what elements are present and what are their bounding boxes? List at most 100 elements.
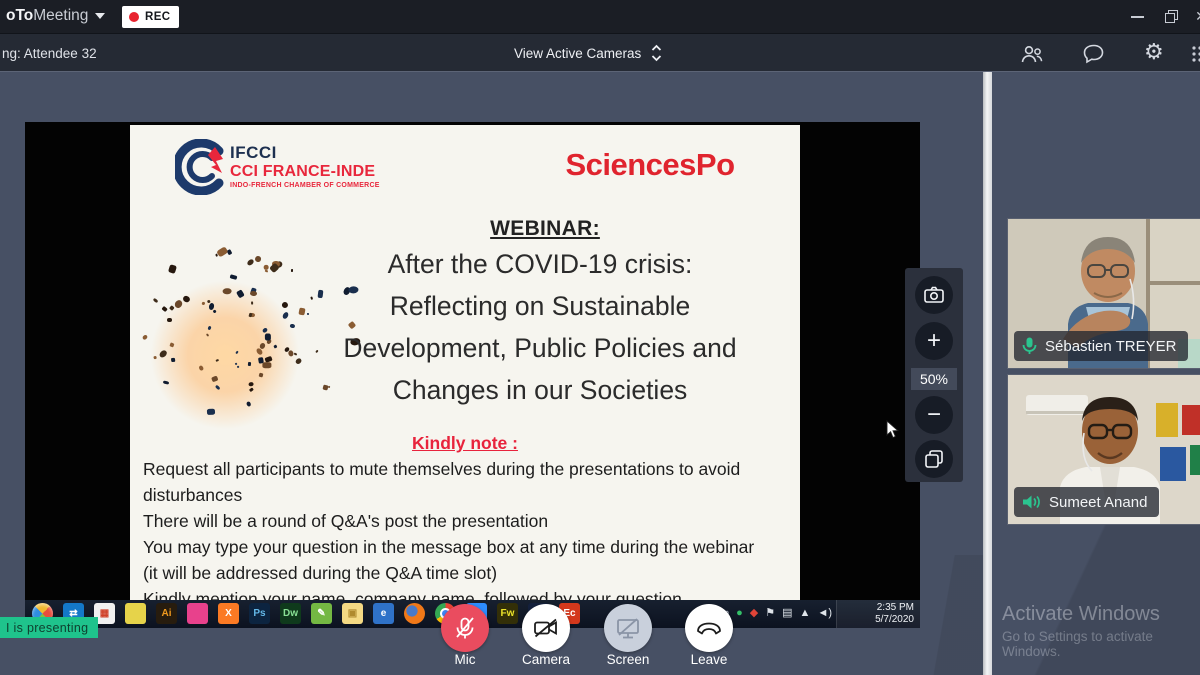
virus-particle xyxy=(265,333,272,341)
virus-particle xyxy=(237,289,246,298)
mouse-cursor xyxy=(886,420,899,444)
presenting-status-badge: I is presenting xyxy=(0,617,98,638)
virus-particle xyxy=(182,295,191,303)
ifcci-logo-icon xyxy=(175,139,229,195)
virus-particle xyxy=(248,313,252,317)
virus-particle xyxy=(263,362,272,368)
virus-particle xyxy=(247,258,256,267)
virus-particle xyxy=(215,359,219,362)
camera-label: Camera xyxy=(501,652,591,667)
panel-splitter[interactable] xyxy=(983,72,992,675)
activate-windows-watermark: Activate Windows xyxy=(1002,603,1160,626)
tray-green-icon[interactable]: ● xyxy=(736,606,743,620)
xampp-icon[interactable]: X xyxy=(218,603,239,624)
recording-dot-icon xyxy=(129,12,139,22)
kindly-note-line: disturbances xyxy=(143,482,798,508)
notes-app-icon[interactable]: ✎ xyxy=(311,603,332,624)
webinar-title-line: Reflecting on Sustainable xyxy=(280,285,800,327)
webcam-tile-sumeet[interactable]: Sumeet Anand xyxy=(1007,374,1200,525)
more-options-button[interactable] xyxy=(1192,46,1200,67)
webinar-heading: WEBINAR: xyxy=(295,217,795,241)
camera-view-label: View Active Cameras xyxy=(514,46,641,61)
sciencespo-logo: SciencesPo xyxy=(530,147,770,183)
virus-particle xyxy=(254,255,262,263)
sticky-notes-icon[interactable] xyxy=(125,603,146,624)
virus-particle xyxy=(248,362,251,366)
leave-label: Leave xyxy=(664,652,754,667)
pink-app-icon[interactable] xyxy=(187,603,208,624)
virus-particle xyxy=(264,264,269,269)
virus-particle xyxy=(264,356,272,363)
shared-screen-stage: IFCCI CCI FRANCE-INDE INDO-FRENCH CHAMBE… xyxy=(25,122,920,628)
kindly-note-body: Request all participants to mute themsel… xyxy=(143,456,798,600)
virus-particle xyxy=(216,247,228,258)
kindly-note-line: (it will be addressed during the Q&A tim… xyxy=(143,560,798,586)
logo-rest: Meeting xyxy=(33,7,88,24)
tray-clipboard-icon[interactable]: ▤ xyxy=(782,606,792,620)
restore-button[interactable] xyxy=(1156,0,1186,33)
virus-particle xyxy=(207,326,211,331)
zoom-controls-panel: + 50% − xyxy=(905,268,963,482)
attendees-button[interactable] xyxy=(1020,43,1044,70)
tray-speaker-icon[interactable]: ◄) xyxy=(817,606,832,620)
recording-badge[interactable]: REC xyxy=(122,6,179,28)
participant-name-tag: Sumeet Anand xyxy=(1014,487,1159,517)
virus-glow xyxy=(150,280,300,430)
leave-button[interactable] xyxy=(685,604,733,652)
camera-button[interactable] xyxy=(522,604,570,652)
mic-button[interactable] xyxy=(441,604,489,652)
people-icon xyxy=(1020,43,1044,65)
virus-particle xyxy=(222,288,231,295)
settings-button[interactable]: ⚙ xyxy=(1144,39,1164,65)
chat-button[interactable] xyxy=(1083,43,1105,70)
snapshot-button[interactable] xyxy=(915,276,953,314)
virus-particle xyxy=(235,362,238,365)
photoshop-icon[interactable]: Ps xyxy=(249,603,270,624)
virus-particle xyxy=(162,306,169,313)
minimize-icon xyxy=(1131,16,1144,18)
virus-particle xyxy=(170,358,175,363)
plus-icon: + xyxy=(927,327,941,355)
screen-share-button[interactable] xyxy=(604,604,652,652)
speaker-active-icon xyxy=(1022,494,1041,510)
virus-particle xyxy=(169,306,174,311)
virus-particle xyxy=(211,376,219,383)
virus-particle xyxy=(265,269,268,272)
virus-particle xyxy=(236,351,240,355)
kindly-note-line: Kindly mention your name, company name, … xyxy=(143,586,798,600)
fireworks-icon[interactable]: Fw xyxy=(497,603,518,624)
virus-particle xyxy=(206,333,209,337)
virus-particle xyxy=(215,254,218,257)
minus-icon: − xyxy=(927,401,941,429)
close-button[interactable]: ✕ xyxy=(1186,0,1200,33)
gotomeeting-logo[interactable]: oToMeeting xyxy=(6,7,105,25)
zoom-in-button[interactable]: + xyxy=(915,322,953,360)
chat-bubble-icon xyxy=(1083,43,1105,65)
background-shade xyxy=(893,555,983,675)
virus-particle xyxy=(154,356,157,359)
tray-red-icon[interactable]: ◆ xyxy=(750,606,758,620)
camera-view-selector[interactable]: View Active Cameras xyxy=(514,44,662,62)
virus-particle xyxy=(259,343,266,351)
participant-name: Sumeet Anand xyxy=(1049,494,1147,511)
gear-icon: ⚙ xyxy=(1144,39,1164,64)
tray-flag-icon[interactable]: ⚑ xyxy=(765,606,775,620)
kindly-note-line: Request all participants to mute themsel… xyxy=(143,456,798,482)
ifcci-name: CCI FRANCE-INDE xyxy=(230,163,490,181)
camera-off-icon xyxy=(533,617,559,639)
illustrator-icon[interactable]: Ai xyxy=(156,603,177,624)
ifcci-acronym: IFCCI xyxy=(230,143,490,163)
virus-particle xyxy=(153,298,159,304)
dreamweaver-icon[interactable]: Dw xyxy=(280,603,301,624)
virus-particle xyxy=(207,409,215,416)
kindly-note-line: You may type your question in the messag… xyxy=(143,534,798,560)
tray-uparrow-icon[interactable]: ▲ xyxy=(800,606,811,620)
zoom-out-button[interactable]: − xyxy=(915,396,953,434)
internet-explorer-icon[interactable]: e xyxy=(373,603,394,624)
meeting-toolbar: ng: Attendee 32 View Active Cameras xyxy=(0,33,1200,72)
webcam-tile-sebastien[interactable]: Sébastien TREYER xyxy=(1007,218,1200,369)
minimize-button[interactable] xyxy=(1122,0,1152,33)
firefox-icon[interactable] xyxy=(404,603,425,624)
file-explorer-icon[interactable]: ▣ xyxy=(342,603,363,624)
copy-view-button[interactable] xyxy=(915,440,953,478)
